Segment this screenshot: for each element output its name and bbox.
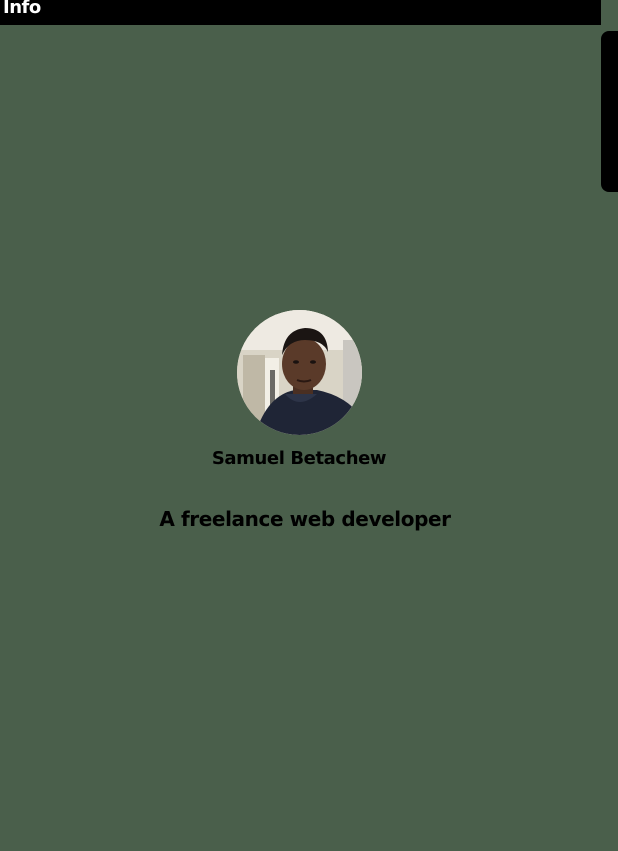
profile-tagline: A freelance web developer: [159, 507, 451, 531]
scrollbar-thumb[interactable]: [601, 31, 618, 192]
top-bar: Info: [0, 0, 601, 25]
page-title: Info: [3, 0, 41, 18]
avatar-photo: [237, 310, 362, 435]
profile-name: Samuel Betachew: [211, 448, 387, 469]
avatar: [237, 310, 362, 435]
